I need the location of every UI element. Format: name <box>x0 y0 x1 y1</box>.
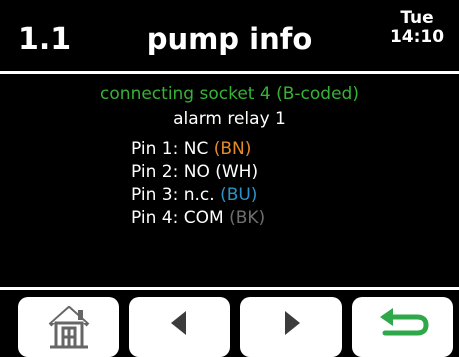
next-button[interactable] <box>240 297 342 357</box>
clock-time: 14:10 <box>389 27 445 47</box>
pin-1-wire: (BN) <box>213 139 252 159</box>
arrow-left-icon <box>170 311 186 335</box>
clock-day: Tue <box>400 8 434 28</box>
clock: Tue 14:10 <box>387 9 447 47</box>
pump-info-screen: 1.1 pump info Tue 14:10 connecting socke… <box>0 0 459 357</box>
home-icon <box>48 306 89 349</box>
previous-button[interactable] <box>129 297 230 357</box>
pin-4-wire: (BK) <box>229 208 266 228</box>
pin-4-line: Pin 4: COM (BK) <box>131 207 265 230</box>
arrow-right-icon <box>285 311 300 335</box>
pin-3-wire: (BU) <box>220 185 258 205</box>
connection-label: connecting socket 4 (B-coded) <box>100 84 359 104</box>
pin-1-label: Pin 1: NC <box>131 139 209 159</box>
pin-2-line: Pin 2: NO (WH) <box>131 161 265 184</box>
footer-divider <box>0 287 459 290</box>
pin-2-label: Pin 2: NO (WH) <box>131 162 259 182</box>
return-icon <box>379 308 429 336</box>
pin-3-label: Pin 3: n.c. <box>131 185 215 205</box>
return-button[interactable] <box>352 297 453 357</box>
info-panel: connecting socket 4 (B-coded) alarm rela… <box>0 74 459 284</box>
home-button[interactable] <box>18 297 119 357</box>
pin-1-line: Pin 1: NC (BN) <box>131 138 265 161</box>
header-bar: 1.1 pump info Tue 14:10 <box>0 0 459 72</box>
relay-label: alarm relay 1 <box>173 109 286 129</box>
pin-3-line: Pin 3: n.c. (BU) <box>131 184 265 207</box>
pin-list: Pin 1: NC (BN) Pin 2: NO (WH) Pin 3: n.c… <box>131 138 265 230</box>
pin-4-label: Pin 4: COM <box>131 208 224 228</box>
